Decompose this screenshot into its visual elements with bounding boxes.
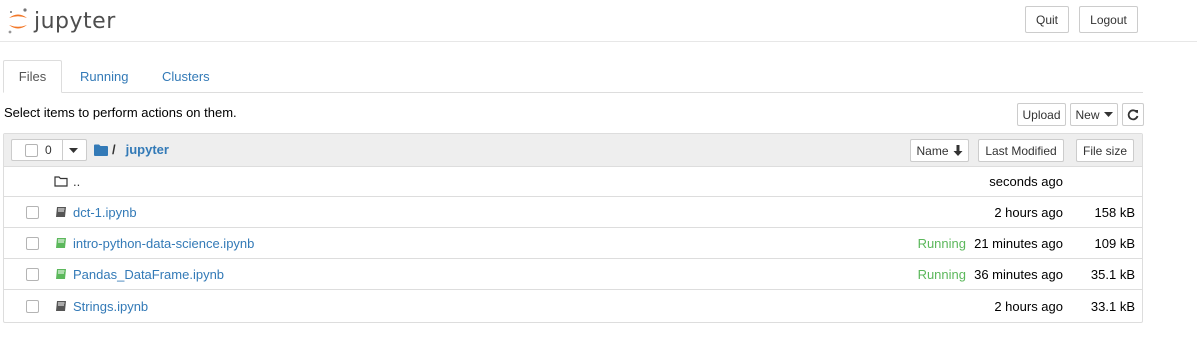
last-modified: 2 hours ago — [994, 299, 1063, 314]
file-name-link[interactable]: intro-python-data-science.ipynb — [73, 236, 254, 251]
selector-divider — [62, 140, 63, 160]
last-modified: 36 minutes ago — [974, 267, 1063, 282]
row-checkbox[interactable] — [26, 300, 39, 313]
last-modified: 2 hours ago — [994, 205, 1063, 220]
sort-by-file-size-button[interactable]: File size — [1076, 139, 1134, 162]
refresh-button[interactable] — [1122, 103, 1144, 126]
sort-name-label: Name — [916, 143, 949, 158]
selected-count: 0 — [45, 143, 52, 157]
row-checkbox[interactable] — [26, 206, 39, 219]
folder-icon[interactable] — [94, 144, 108, 156]
running-indicator[interactable]: Running — [918, 267, 966, 282]
notebook-icon — [56, 301, 66, 311]
jupyter-logo[interactable]: jupyter — [6, 6, 116, 36]
file-size: 35.1 kB — [1090, 267, 1135, 282]
tab-clusters[interactable]: Clusters — [147, 60, 225, 92]
folder-open-icon — [54, 176, 68, 187]
file-size: 33.1 kB — [1090, 299, 1135, 314]
file-name-link[interactable]: Pandas_DataFrame.ipynb — [73, 267, 224, 282]
caret-down-icon[interactable] — [69, 148, 78, 154]
new-button-label: New — [1075, 107, 1100, 122]
running-indicator[interactable]: Running — [918, 236, 966, 251]
new-button[interactable]: New — [1070, 103, 1118, 126]
refresh-icon — [1127, 108, 1139, 120]
notebook-running-icon — [56, 269, 66, 279]
top-header: jupyter Quit Logout — [0, 0, 1197, 42]
listing-header: 0 / jupyter Name Last Modified File size — [4, 134, 1142, 167]
logo-text: jupyter — [34, 8, 116, 34]
upload-button[interactable]: Upload — [1017, 103, 1066, 126]
last-modified: seconds ago — [989, 174, 1063, 189]
breadcrumb-separator: / — [112, 142, 116, 157]
last-modified: 21 minutes ago — [974, 236, 1063, 251]
file-size: 109 kB — [1094, 236, 1135, 251]
file-name-link[interactable]: Strings.ipynb — [73, 299, 148, 314]
list-item[interactable]: Pandas_DataFrame.ipynb Running 36 minute… — [4, 259, 1142, 290]
select-all-checkbox[interactable] — [25, 144, 38, 157]
arrow-down-icon — [953, 145, 962, 156]
notebook-icon — [56, 207, 66, 217]
selection-message: Select items to perform actions on them. — [4, 105, 237, 120]
list-item[interactable]: Strings.ipynb 2 hours ago 33.1 kB — [4, 291, 1142, 322]
list-item[interactable]: .. seconds ago — [4, 166, 1142, 197]
sort-by-last-modified-button[interactable]: Last Modified — [978, 139, 1064, 162]
list-item[interactable]: intro-python-data-science.ipynb Running … — [4, 228, 1142, 259]
breadcrumb-folder-link[interactable]: jupyter — [126, 142, 169, 157]
sort-by-name-button[interactable]: Name — [910, 139, 969, 162]
breadcrumb: / jupyter — [94, 142, 169, 157]
file-name-link[interactable]: dct-1.ipynb — [73, 205, 137, 220]
notebook-running-icon — [56, 238, 66, 248]
tab-running[interactable]: Running — [65, 60, 143, 92]
select-all-dropdown[interactable]: 0 — [11, 139, 87, 161]
file-name-link[interactable]: .. — [73, 174, 80, 189]
quit-button[interactable]: Quit — [1025, 6, 1069, 33]
list-item[interactable]: dct-1.ipynb 2 hours ago 158 kB — [4, 197, 1142, 228]
row-checkbox[interactable] — [26, 237, 39, 250]
tab-bar: Files Running Clusters — [3, 60, 1143, 93]
file-size: 158 kB — [1094, 205, 1135, 220]
file-listing: 0 / jupyter Name Last Modified File size… — [3, 133, 1143, 323]
jupyter-logo-icon — [8, 8, 27, 34]
caret-down-icon — [1103, 111, 1113, 117]
row-checkbox[interactable] — [26, 268, 39, 281]
logout-button[interactable]: Logout — [1079, 6, 1138, 33]
tab-files[interactable]: Files — [3, 60, 62, 93]
